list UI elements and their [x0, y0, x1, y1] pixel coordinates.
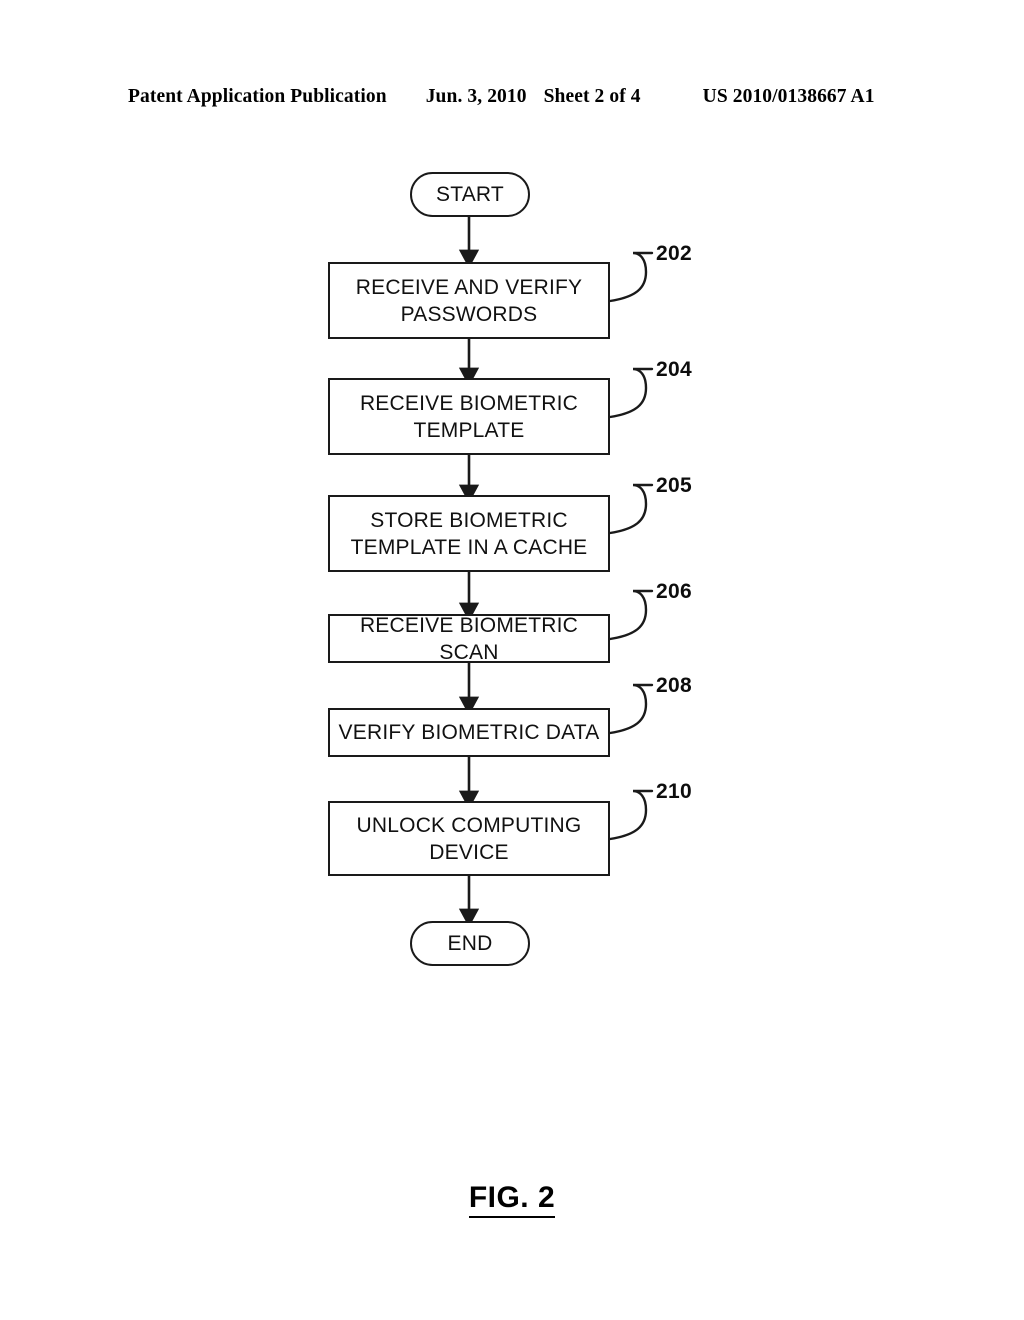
reference-numeral-210: 210	[656, 780, 692, 803]
flow-node-205[interactable]: STORE BIOMETRIC TEMPLATE IN A CACHE	[328, 495, 610, 572]
flow-node-202-label: RECEIVE AND VERIFY PASSWORDS	[355, 275, 583, 326]
flow-node-204-label: RECEIVE BIOMETRIC TEMPLATE	[359, 391, 579, 442]
leader-line-210	[608, 789, 654, 841]
reference-numeral-202: 202	[656, 242, 692, 265]
flow-node-204[interactable]: RECEIVE BIOMETRIC TEMPLATE	[328, 378, 610, 455]
leader-line-205	[608, 483, 654, 535]
flow-node-start-label: START	[436, 183, 504, 206]
flow-node-210[interactable]: UNLOCK COMPUTING DEVICE	[328, 801, 610, 876]
reference-numeral-206: 206	[656, 580, 692, 603]
reference-numeral-204: 204	[656, 358, 692, 381]
flow-node-205-label: STORE BIOMETRIC TEMPLATE IN A CACHE	[350, 508, 588, 559]
flow-node-206-label: RECEIVE BIOMETRIC SCAN	[359, 613, 579, 664]
flow-node-208[interactable]: VERIFY BIOMETRIC DATA	[328, 708, 610, 757]
leader-line-202	[608, 251, 654, 303]
flow-node-end[interactable]: END	[410, 921, 530, 966]
patent-figure: START RECEIVE AND VERIFY PASSWORDS RECEI…	[0, 0, 1024, 1320]
figure-caption-text: FIG. 2	[468, 1181, 556, 1218]
figure-caption: FIG. 2	[0, 1181, 1024, 1218]
reference-numeral-205: 205	[656, 474, 692, 497]
flow-node-206[interactable]: RECEIVE BIOMETRIC SCAN	[328, 613, 610, 664]
leader-line-208	[608, 683, 654, 735]
flow-node-208-label: VERIFY BIOMETRIC DATA	[338, 721, 600, 744]
flow-node-start[interactable]: START	[410, 172, 530, 217]
leader-line-204	[608, 367, 654, 419]
flow-node-202[interactable]: RECEIVE AND VERIFY PASSWORDS	[328, 262, 610, 339]
leader-line-206	[608, 589, 654, 641]
reference-leader-lines	[608, 251, 654, 841]
flow-node-end-label: END	[447, 932, 493, 955]
reference-numeral-208: 208	[656, 674, 692, 697]
flow-node-210-label: UNLOCK COMPUTING DEVICE	[356, 813, 582, 864]
